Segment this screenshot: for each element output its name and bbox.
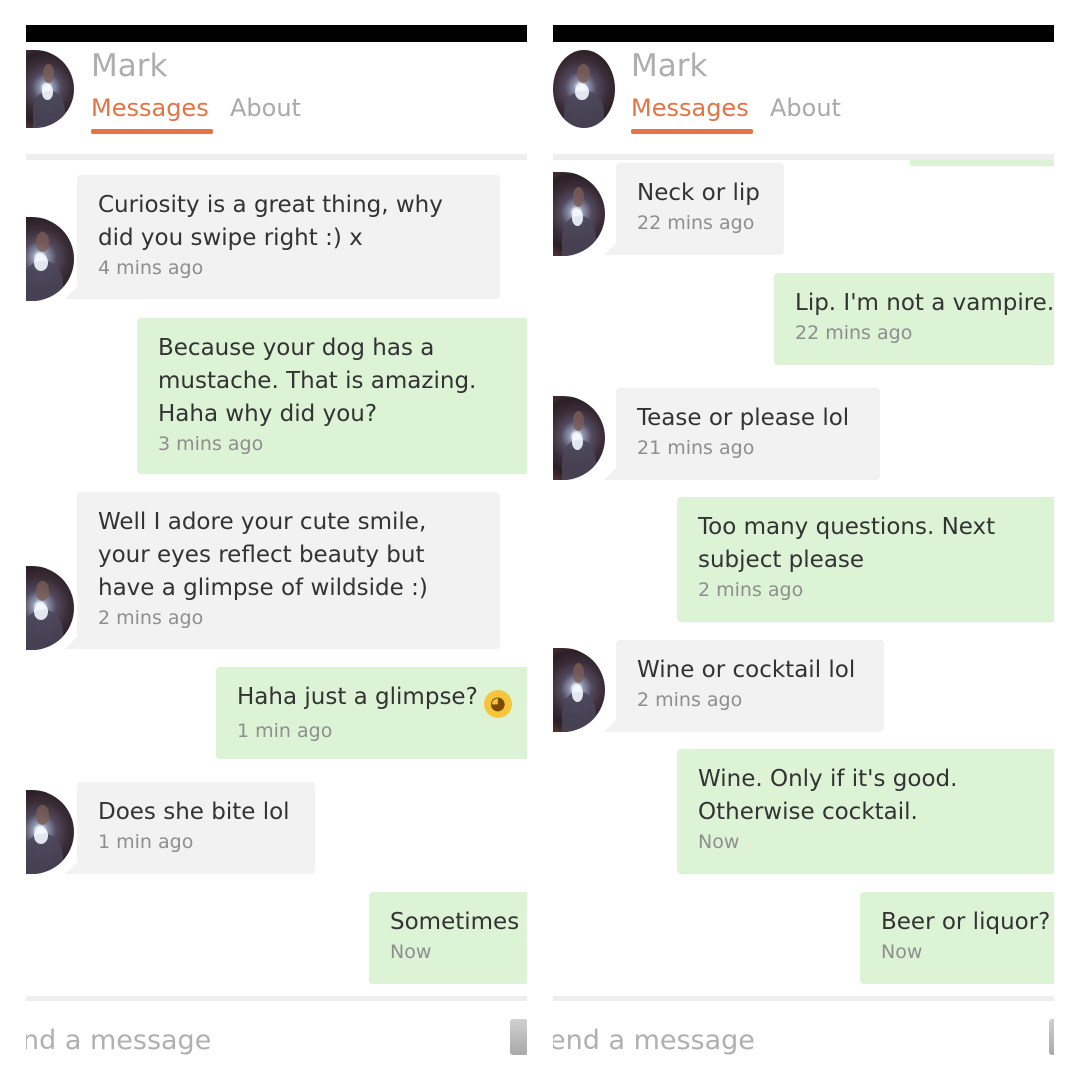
message-incoming[interactable]: Well I adore your cute smile, your eyes … (65, 492, 500, 649)
message-text: Sometimes (390, 909, 520, 935)
tab-messages[interactable]: Messages (91, 94, 209, 122)
message-time: Now (698, 831, 740, 853)
message-text: Lip. I'm not a vampire. (795, 290, 1054, 316)
message-outgoing[interactable]: Sometimes Now (369, 892, 527, 984)
message-outgoing[interactable]: Because your dog has a mustache. That is… (137, 318, 527, 474)
message-time: 2 mins ago (698, 579, 804, 601)
message-avatar[interactable] (553, 172, 605, 256)
chat-header: Mark Messages About (553, 42, 1054, 154)
tab-about[interactable]: About (770, 94, 841, 122)
send-icon[interactable] (1049, 1019, 1054, 1055)
tab-about[interactable]: About (230, 94, 301, 122)
message-input[interactable]: end a message (553, 1025, 755, 1055)
message-time: 1 min ago (237, 720, 333, 742)
message-outgoing[interactable]: Lip. I'm not a vampire. 22 mins ago (774, 273, 1054, 365)
message-time: 1 min ago (98, 831, 194, 853)
message-outgoing[interactable]: Beer or liquor? Now (860, 892, 1054, 984)
contact-avatar[interactable] (26, 50, 74, 128)
composer-divider (553, 996, 1054, 1001)
header-divider (26, 154, 527, 160)
message-outgoing[interactable]: Too many questions. Next subject please … (677, 497, 1054, 622)
chat-header: Mark Messages About (26, 42, 527, 154)
message-time: 22 mins ago (795, 322, 913, 344)
message-avatar[interactable] (553, 396, 605, 480)
composer-divider (26, 996, 527, 1001)
message-text: Because your dog has a mustache. That is… (158, 335, 477, 427)
message-avatar[interactable] (553, 648, 605, 732)
message-text: Well I adore your cute smile, your eyes … (98, 509, 428, 601)
chat-panel-left: Mark Messages About Curiosity is a great… (26, 25, 527, 1055)
send-icon[interactable] (510, 1019, 527, 1055)
tab-messages[interactable]: Messages (631, 94, 749, 122)
message-time: 4 mins ago (98, 257, 204, 279)
message-text: Tease or please lol (637, 405, 850, 431)
message-time: 2 mins ago (98, 607, 204, 629)
message-time: 2 mins ago (637, 689, 743, 711)
message-text: Haha just a glimpse? (237, 684, 478, 710)
message-text: Too many questions. Next subject please (698, 514, 996, 573)
message-text: Wine. Only if it's good. Otherwise cockt… (698, 766, 958, 825)
contact-avatar[interactable] (553, 50, 615, 128)
message-incoming[interactable]: Curiosity is a great thing, why did you … (65, 175, 500, 299)
message-text: Curiosity is a great thing, why did you … (98, 192, 443, 251)
message-outgoing-partial (910, 160, 1054, 166)
message-text: Neck or lip (637, 180, 760, 206)
active-tab-indicator (91, 129, 213, 134)
message-input[interactable]: nd a message (26, 1025, 211, 1055)
message-time: Now (881, 941, 923, 963)
winking-face-icon: ◕ (483, 690, 512, 718)
status-bar (553, 25, 1054, 42)
message-outgoing[interactable]: Wine. Only if it's good. Otherwise cockt… (677, 749, 1054, 874)
contact-name: Mark (91, 48, 168, 84)
message-incoming[interactable]: Tease or please lol 21 mins ago (604, 388, 880, 480)
active-tab-indicator (631, 129, 753, 134)
message-time: 21 mins ago (637, 437, 755, 459)
message-text: Wine or cocktail lol (637, 657, 856, 683)
message-incoming[interactable]: Does she bite lol 1 min ago (65, 782, 315, 874)
message-outgoing[interactable]: Haha just a glimpse? ◕ 1 min ago (216, 667, 527, 759)
message-time: Now (390, 941, 432, 963)
message-time: 22 mins ago (637, 212, 755, 234)
message-incoming[interactable]: Wine or cocktail lol 2 mins ago (604, 640, 884, 732)
message-incoming[interactable]: Neck or lip 22 mins ago (604, 163, 784, 255)
message-text: Beer or liquor? (881, 909, 1051, 935)
status-bar (26, 25, 527, 42)
contact-name: Mark (631, 48, 708, 84)
message-time: 3 mins ago (158, 433, 264, 455)
chat-panel-right: Mark Messages About Neck or lip 22 mins … (553, 25, 1054, 1055)
message-text: Does she bite lol (98, 799, 290, 825)
